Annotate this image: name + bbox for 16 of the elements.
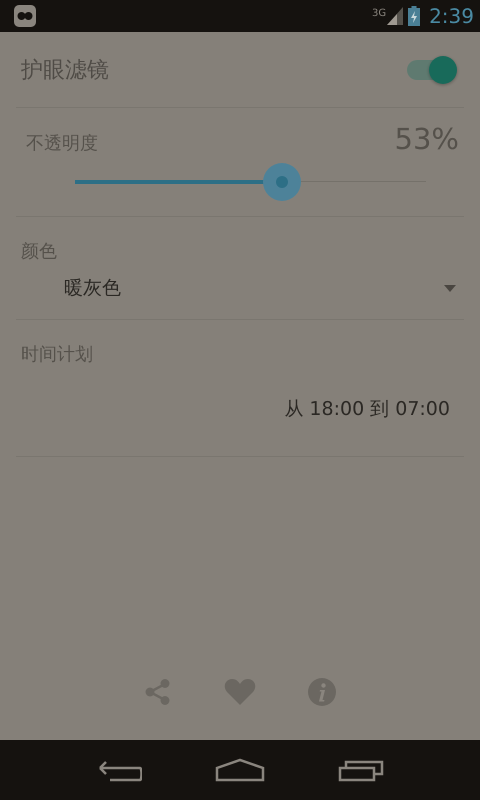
home-button[interactable] — [214, 758, 265, 782]
opacity-slider[interactable] — [75, 162, 426, 202]
schedule-time-range[interactable]: 从 18:00 到 07:00 — [284, 396, 450, 422]
network-type: 3G — [372, 8, 386, 19]
back-button[interactable] — [96, 758, 142, 782]
heart-icon[interactable] — [224, 679, 256, 705]
battery-icon — [408, 6, 420, 26]
clock-time: 2:39 — [429, 4, 474, 28]
app-notification-icon — [14, 5, 36, 27]
signal-icon — [387, 7, 404, 25]
recent-apps-button[interactable] — [338, 758, 384, 782]
color-dropdown[interactable]: 暖灰色 — [16, 263, 464, 305]
info-icon[interactable] — [308, 678, 336, 706]
slider-thumb[interactable] — [263, 163, 302, 201]
share-icon[interactable] — [144, 678, 172, 706]
dropdown-caret-icon — [444, 284, 456, 292]
